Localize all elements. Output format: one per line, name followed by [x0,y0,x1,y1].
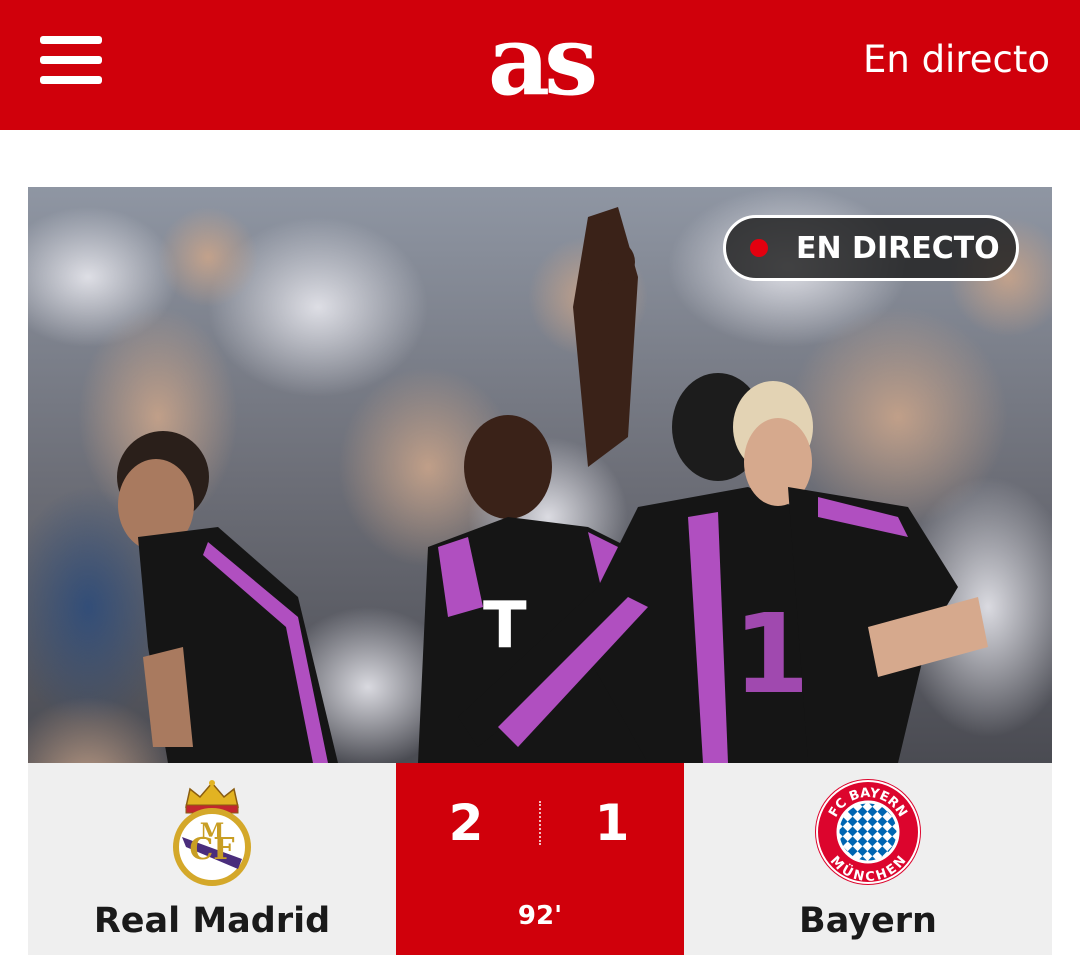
home-team[interactable]: CF M Real Madrid [28,763,396,955]
real-madrid-crest-icon: CF M [173,780,251,886]
menu-line [40,36,102,44]
match-minute: 92' [517,901,563,931]
score-box[interactable]: 2 1 92' [396,763,684,955]
menu-line [40,76,102,84]
score-separator [539,801,541,845]
home-score: 2 [448,794,484,852]
svg-text:M: M [200,819,224,845]
live-link-en-directo[interactable]: En directo [863,36,1050,84]
bayern-munich-crest-icon: FC BAYERN MÜNCHEN [815,779,921,885]
match-scoreboard: CF M Real Madrid 2 1 92' FC BAYERN MÜNCH… [28,763,1052,955]
hamburger-menu-icon[interactable] [40,36,102,84]
as-logo[interactable]: as [440,6,640,116]
live-badge: EN DIRECTO [723,215,1019,281]
svg-text:T: T [483,589,527,663]
top-header-bar: as En directo [0,0,1080,130]
live-indicator-dot [750,239,768,257]
live-badge-label: EN DIRECTO [796,230,1000,266]
away-score: 1 [594,794,630,852]
match-hero-image[interactable]: T 10 EN DIRECTO [28,187,1052,763]
menu-line [40,56,102,64]
away-team-name: Bayern [799,901,937,941]
home-team-name: Real Madrid [93,901,331,941]
away-team[interactable]: FC BAYERN MÜNCHEN Bayern [684,763,1052,955]
